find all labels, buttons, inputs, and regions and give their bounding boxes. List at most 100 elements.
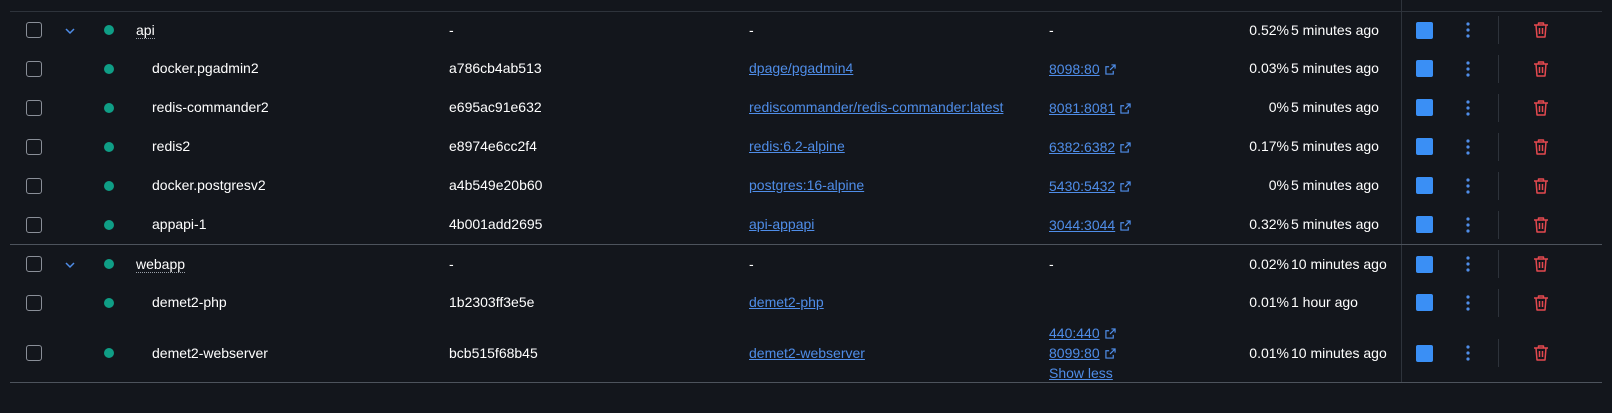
column-divider [1498,171,1499,200]
table-row: docker.pgadmin2 a786cb4ab513 dpage/pgadmin… [10,49,1602,88]
status-running-icon [104,348,114,358]
port-cell: 5430:5432 [1049,176,1131,196]
column-divider [1498,132,1499,161]
port-link[interactable]: 6382:6382 [1049,139,1115,155]
chevron-down-icon[interactable] [64,24,76,36]
image-link[interactable]: demet2-webserver [749,345,865,361]
status-running-icon [104,141,114,152]
port-link[interactable]: 8081:8081 [1049,100,1115,116]
show-less-link[interactable]: Show less [1049,363,1116,383]
kebab-menu-icon[interactable] [1466,138,1470,155]
group-name[interactable]: api [136,22,155,39]
table-row: appapi-1 4b001add2695 api-appapi 3044:3044 0… [10,205,1602,244]
last-started: 1 hour ago [1291,294,1358,310]
port-item: 8081:8081 [1049,98,1131,118]
last-started: 5 minutes ago [1291,177,1379,193]
external-link-icon[interactable] [1120,99,1131,114]
kebab-menu-icon[interactable] [1466,256,1470,272]
trash-icon[interactable] [1532,177,1550,195]
external-link-icon[interactable] [1120,138,1131,153]
chevron-down-icon[interactable] [64,258,76,270]
row-checkbox[interactable] [26,177,42,194]
image-link[interactable]: api-appapi [749,216,814,232]
stop-button[interactable] [1416,21,1433,39]
trash-icon[interactable] [1532,294,1550,312]
row-checkbox[interactable] [26,294,42,311]
port-item: 8098:80 [1049,59,1116,79]
image-placeholder: - [749,21,754,38]
last-started: 5 minutes ago [1291,216,1379,232]
row-checkbox[interactable] [26,256,42,272]
external-link-icon[interactable] [1104,344,1116,359]
stop-button[interactable] [1416,344,1433,362]
image-link[interactable]: dpage/pgadmin4 [749,60,853,76]
row-checkbox[interactable] [26,345,42,361]
port-link[interactable]: 8098:80 [1049,61,1100,77]
container-name: appapi-1 [152,216,207,232]
external-link-icon[interactable] [1120,177,1131,192]
trash-icon[interactable] [1532,99,1550,117]
group-row: webapp - - - 0.02% 10 minutes ago [10,245,1602,283]
table-row: docker.postgresv2 a4b549e20b60 postgres:16… [10,166,1602,205]
status-running-icon [104,63,114,74]
port-cell: 6382:6382 [1049,137,1131,157]
kebab-menu-icon[interactable] [1466,99,1470,116]
row-checkbox[interactable] [26,99,42,116]
last-started: 5 minutes ago [1291,138,1379,154]
image-link[interactable]: postgres:16-alpine [749,177,864,193]
stop-button[interactable] [1416,60,1433,77]
column-divider [1498,210,1499,239]
external-link-icon[interactable] [1120,216,1131,231]
port-cell: 8098:80 [1049,59,1116,79]
stop-button[interactable] [1416,255,1433,273]
image-link[interactable]: demet2-php [749,294,824,310]
kebab-menu-icon[interactable] [1466,177,1470,194]
stop-button[interactable] [1416,99,1433,116]
last-started: 10 minutes ago [1291,255,1387,272]
cpu-usage: 0.01% [1249,294,1289,310]
trash-icon[interactable] [1532,216,1550,234]
status-running-icon [104,25,114,35]
kebab-menu-icon[interactable] [1466,60,1470,77]
image-link[interactable]: rediscommander/redis-commander:latest [749,99,1003,115]
row-checkbox[interactable] [26,60,42,77]
stop-button[interactable] [1416,177,1433,194]
stop-button[interactable] [1416,138,1433,155]
port-link[interactable]: 3044:3044 [1049,217,1115,233]
stop-button[interactable] [1416,294,1433,311]
stop-button[interactable] [1416,216,1433,233]
external-link-icon[interactable] [1104,60,1116,75]
kebab-menu-icon[interactable] [1466,345,1470,361]
port-link[interactable]: 5430:5432 [1049,178,1115,194]
external-link-icon[interactable] [1104,324,1116,339]
cpu-usage: 0.52% [1249,21,1289,38]
group-name[interactable]: webapp [136,256,186,273]
column-divider [1498,339,1499,367]
port-link[interactable]: 440:440 [1049,325,1100,341]
column-divider [1498,16,1499,44]
kebab-menu-icon[interactable] [1466,216,1470,233]
trash-icon[interactable] [1532,255,1550,273]
table-row: redis2 e8974e6cc2f4 redis:6.2-alpine 6382:6… [10,127,1602,166]
row-checkbox[interactable] [26,22,42,38]
port-item: 5430:5432 [1049,176,1131,196]
trash-icon[interactable] [1532,60,1550,78]
image-link[interactable]: redis:6.2-alpine [749,138,845,154]
group-row: api - - - 0.52% 5 minutes ago [10,11,1602,49]
trash-icon[interactable] [1532,21,1550,39]
last-started: 5 minutes ago [1291,60,1379,76]
port-cell: 440:440 8099:80 Show less [1049,323,1116,383]
container-id: a4b549e20b60 [449,177,543,193]
trash-icon[interactable] [1532,344,1550,362]
kebab-menu-icon[interactable] [1466,22,1470,38]
port-placeholder: - [1049,255,1054,272]
image-placeholder: - [749,255,754,272]
status-running-icon [104,219,114,230]
trash-icon[interactable] [1532,138,1550,156]
column-divider [1498,288,1499,317]
kebab-menu-icon[interactable] [1466,294,1470,311]
row-checkbox[interactable] [26,216,42,233]
port-link[interactable]: 8099:80 [1049,345,1100,361]
port-item: 440:440 [1049,323,1116,343]
row-checkbox[interactable] [26,138,42,155]
